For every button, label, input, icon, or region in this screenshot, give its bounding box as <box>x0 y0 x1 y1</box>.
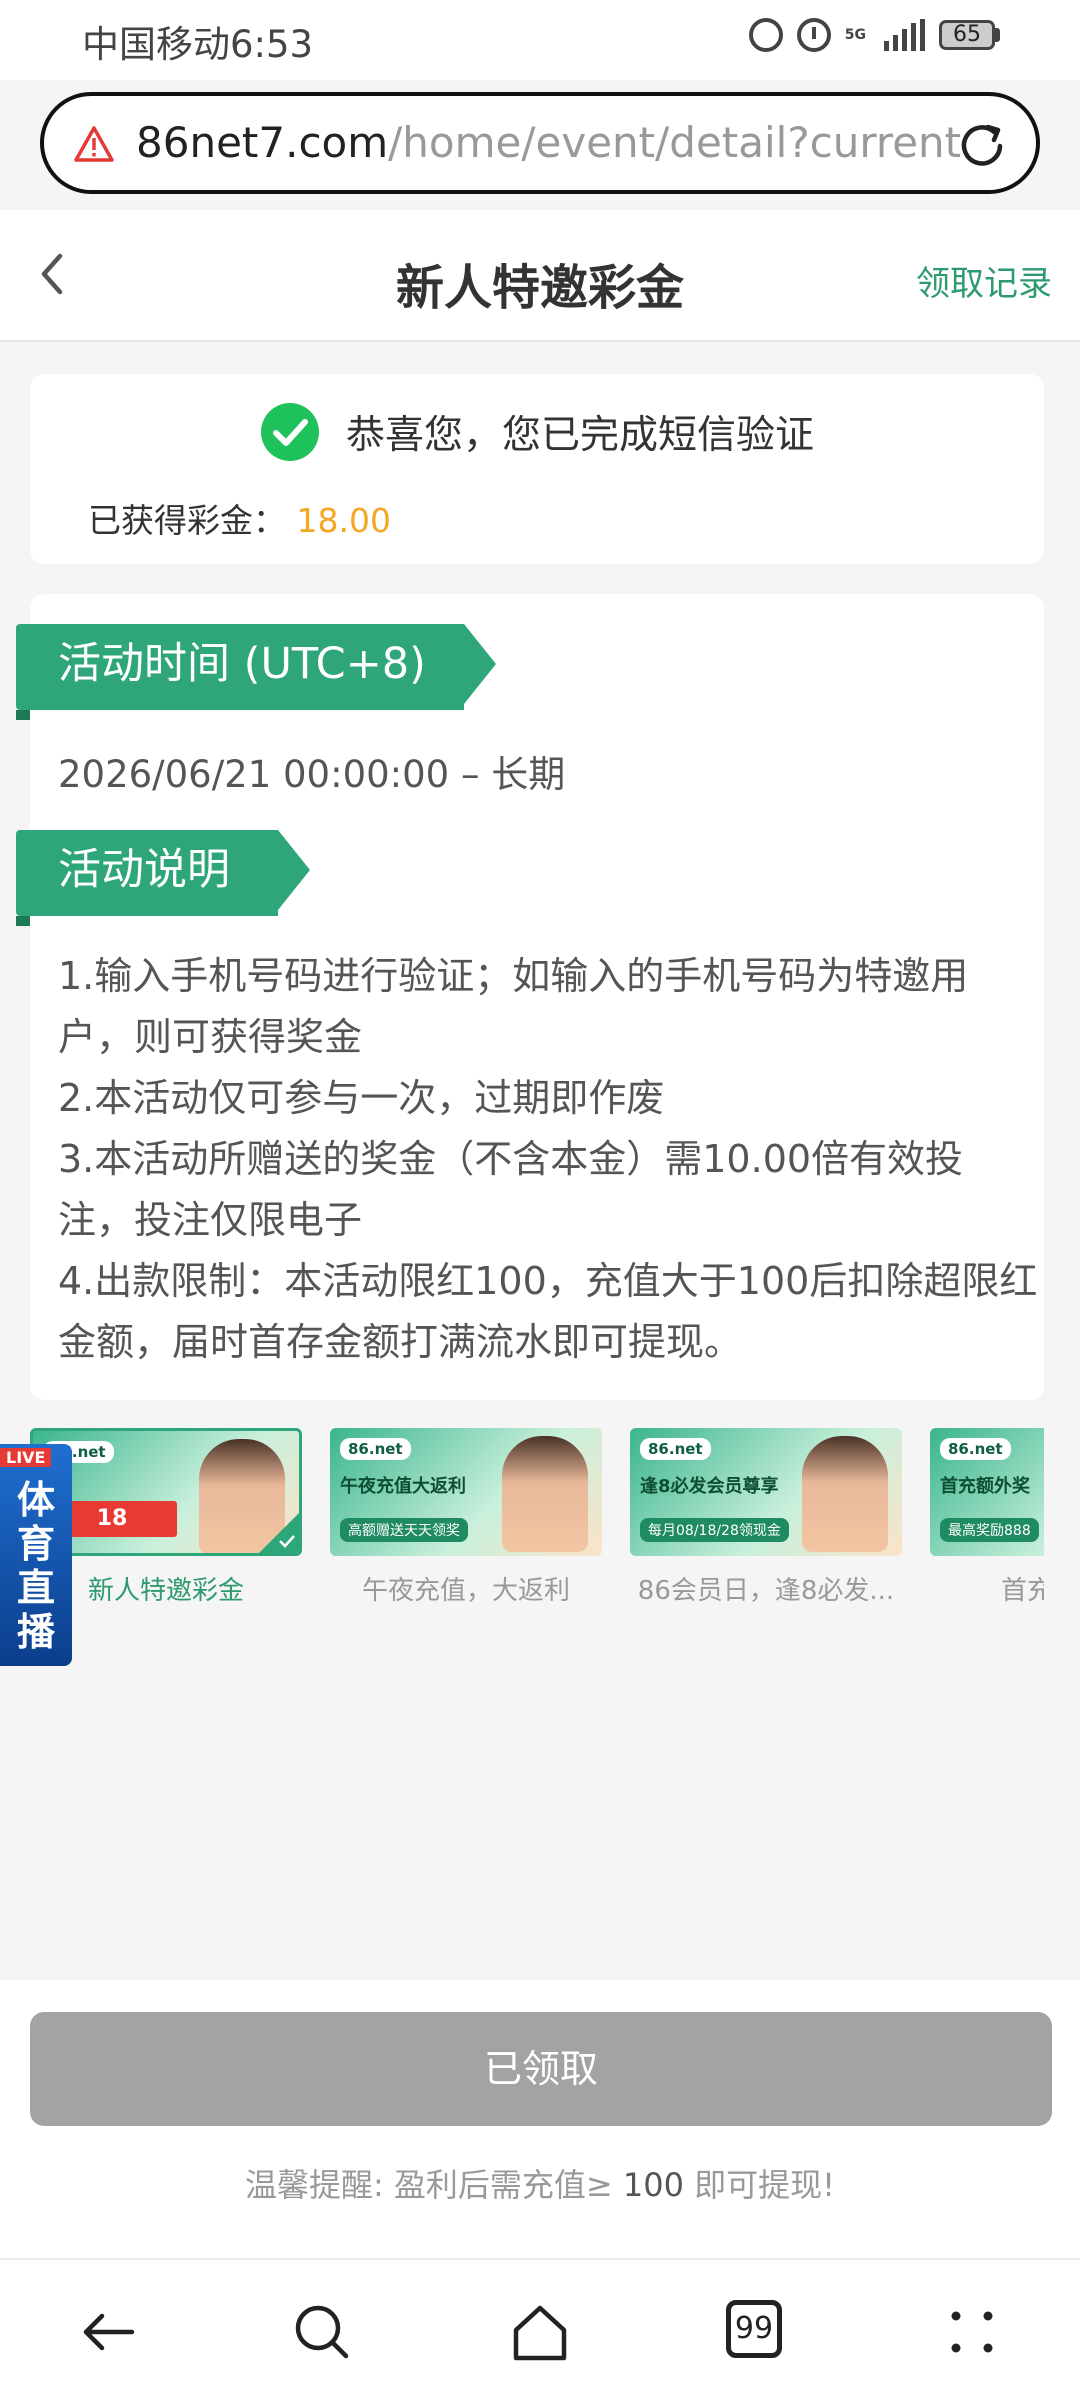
search-icon[interactable] <box>290 2300 354 2364</box>
status-icons: 5G 65 <box>748 18 1000 52</box>
desc-item: 2.本活动仅可参与一次，过期即作废 <box>58 1076 665 1120</box>
url-text[interactable]: 86net7.com/home/event/detail?current=10 <box>136 118 962 167</box>
url-host: 86net7.com <box>136 118 389 167</box>
promo-caption: 午夜充值，大返利 <box>361 1576 570 1606</box>
menu-dots-icon[interactable] <box>940 2300 1004 2364</box>
activity-desc-list: 1.输入手机号码进行验证；如输入的手机号码为特邀用户，则可获得奖金 2.本活动仅… <box>58 946 1038 1373</box>
promo-caption: 86会员日，逢8必发... <box>637 1576 895 1606</box>
promo-figure <box>802 1436 888 1552</box>
reminder-amount: 100 <box>622 2166 684 2204</box>
live-text: 体育直播 <box>16 1478 55 1654</box>
promo-item[interactable]: 86.net 首充额外奖 最高奖励888 首充额外奖 <box>930 1428 1044 1607</box>
promo-sub: 每月08/18/28领现金 <box>640 1518 789 1542</box>
promo-figure <box>502 1436 588 1552</box>
check-circle-icon <box>260 403 319 461</box>
reminder-text: 温馨提醒: 盈利后需充值≥ 100 即可提现! <box>0 2160 1080 2206</box>
promo-banner: 86.net 午夜充值大返利 高额赠送天天领奖 <box>330 1428 602 1556</box>
network-label: 5G <box>844 27 866 43</box>
battery-icon: 65 <box>939 20 1000 50</box>
promo-logo: 86.net <box>940 1438 1011 1460</box>
verification-message: 恭喜您，您已完成短信验证 <box>345 413 814 458</box>
records-link[interactable]: 领取记录 <box>916 256 1052 305</box>
live-tag: LIVE <box>0 1448 52 1467</box>
promo-logo: 86.net <box>340 1438 411 1460</box>
home-icon[interactable] <box>508 2300 572 2364</box>
page-header: 新人特邀彩金 领取记录 <box>0 210 1080 342</box>
promo-sub: 高额赠送天天领奖 <box>340 1518 468 1542</box>
promo-tagline: 午夜充值大返利 <box>340 1476 466 1497</box>
activity-time-heading: 活动时间 (UTC+8) <box>16 624 496 720</box>
status-bar: 中国移动6:53 5G 65 <box>0 0 1080 80</box>
promo-carousel[interactable]: 86.net 18 新人特邀彩金 86.net 午夜充值大返利 高额赠送天天领奖… <box>30 1428 1044 1618</box>
promo-logo: 86.net <box>640 1438 711 1460</box>
promo-tagline: 逢8必发会员尊享 <box>640 1476 779 1497</box>
verification-row: 恭喜您，您已完成短信验证 <box>30 402 1044 462</box>
promo-banner: 86.net 逢8必发会员尊享 每月08/18/28领现金 <box>630 1428 902 1556</box>
promo-caption: 首充额外奖 <box>1000 1576 1044 1606</box>
activity-time-value: 2026/06/21 00:00:00 – 长期 <box>58 753 566 796</box>
browser-nav-bar: 99 <box>0 2258 1080 2400</box>
speed-icon <box>748 18 783 52</box>
signal-icon <box>884 19 925 51</box>
reward-label: 已获得彩金： <box>88 501 286 540</box>
verification-card: 恭喜您，您已完成短信验证 已获得彩金： 18.00 <box>30 374 1044 564</box>
activity-card: 活动时间 (UTC+8) 2026/06/21 00:00:00 – 长期 活动… <box>16 594 1044 1400</box>
promo-item[interactable]: 86.net 逢8必发会员尊享 每月08/18/28领现金 86会员日，逢8必发… <box>630 1428 902 1607</box>
reload-icon[interactable] <box>954 118 1010 174</box>
reward-value: 18.00 <box>296 501 391 540</box>
tabs-count-button[interactable]: 99 <box>726 2300 782 2358</box>
battery-level: 65 <box>939 20 995 50</box>
desc-item: 3.本活动所赠送的奖金（不含本金）需10.00倍有效投注，投注仅限电子 <box>58 1137 964 1242</box>
desc-item: 1.输入手机号码进行验证；如输入的手机号码为特邀用户，则可获得奖金 <box>58 954 969 1059</box>
alarm-icon <box>796 18 831 52</box>
live-sports-badge[interactable]: LIVE 体育直播 <box>0 1444 72 1666</box>
address-bar[interactable]: 86net7.com/home/event/detail?current=10 <box>40 92 1040 194</box>
promo-sub: 最高奖励888 <box>940 1518 1039 1542</box>
activity-desc-heading: 活动说明 <box>16 830 310 926</box>
promo-banner: 86.net 首充额外奖 最高奖励888 <box>930 1428 1044 1556</box>
reward-row: 已获得彩金： 18.00 <box>88 494 391 542</box>
desc-item: 4.出款限制：本活动限红100，充值大于100后扣除超限红金额，届时首存金额打满… <box>58 1259 1038 1364</box>
promo-item[interactable]: 86.net 午夜充值大返利 高额赠送天天领奖 午夜充值，大返利 <box>330 1428 602 1607</box>
claimed-button[interactable]: 已领取 <box>30 2012 1052 2126</box>
reminder-suffix: 即可提现! <box>684 2166 836 2204</box>
promo-tagline: 首充额外奖 <box>940 1476 1030 1497</box>
promo-figure <box>199 1439 285 1553</box>
warning-icon[interactable] <box>74 126 114 162</box>
carrier-time: 中国移动6:53 <box>82 23 314 66</box>
bottom-action-area: 已领取 温馨提醒: 盈利后需充值≥ 100 即可提现! <box>0 1980 1080 2258</box>
url-path: /home/event/detail?current=10 <box>388 118 962 167</box>
nav-back-icon[interactable] <box>76 2300 140 2364</box>
reminder-prefix: 温馨提醒: 盈利后需充值≥ <box>244 2166 623 2204</box>
